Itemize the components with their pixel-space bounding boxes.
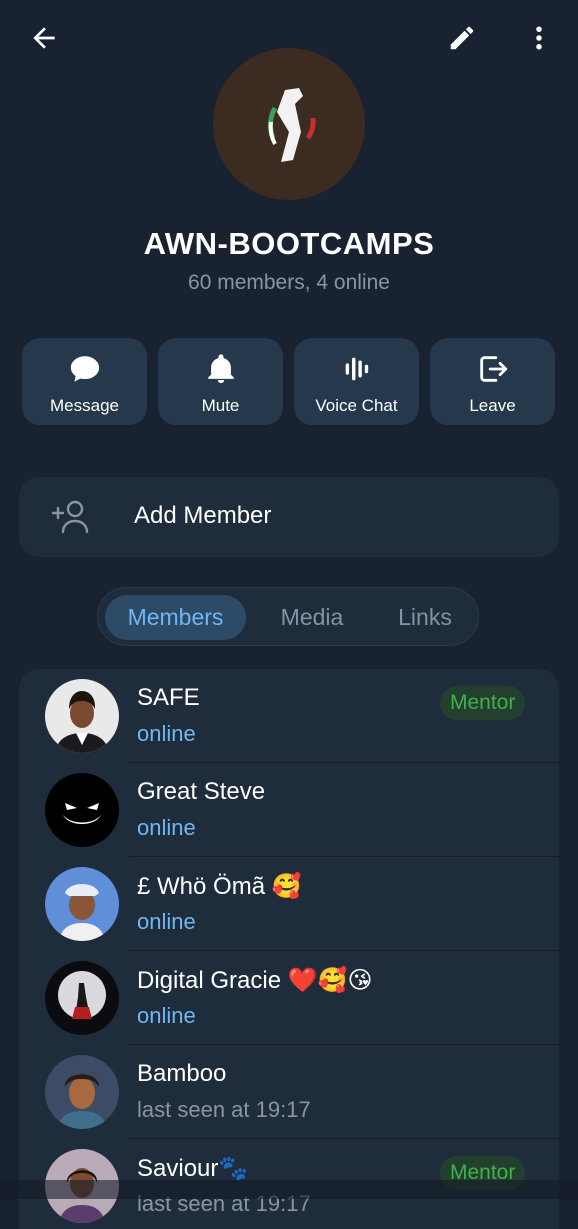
avatar xyxy=(45,961,119,1035)
leave-button[interactable]: Leave xyxy=(430,338,555,425)
member-status: online xyxy=(137,815,196,840)
member-status: online xyxy=(137,1003,196,1028)
member-name: SAFE xyxy=(137,684,200,711)
pencil-icon xyxy=(450,26,474,50)
mute-button-label: Mute xyxy=(201,396,240,415)
member-name: Bamboo xyxy=(137,1060,227,1087)
group-member-count: 60 members, 4 online xyxy=(188,271,390,294)
members-list: SAFE online Mentor Great Steve online £ … xyxy=(19,669,559,1229)
member-row[interactable]: Digital Gracie ❤️🥰😘 online xyxy=(19,951,559,1045)
member-name: £ Whö Ömã 🥰 xyxy=(137,873,302,900)
logout-icon xyxy=(479,356,507,382)
tab-members[interactable]: Members xyxy=(105,595,246,640)
avatar xyxy=(45,867,119,941)
back-button[interactable] xyxy=(20,14,68,62)
member-row[interactable]: Great Steve online xyxy=(19,763,559,857)
group-logo-icon xyxy=(213,48,365,200)
member-status: online xyxy=(137,909,196,934)
chat-bubble-icon xyxy=(70,356,99,382)
action-buttons: Message Mute Voice Chat Leave xyxy=(22,338,556,425)
arrow-left-icon xyxy=(33,27,55,49)
message-button-label: Message xyxy=(50,396,119,415)
group-title: AWN-BOOTCAMPS xyxy=(143,226,435,261)
avatar xyxy=(45,773,119,847)
add-member-label: Add Member xyxy=(134,502,272,529)
voice-chat-button-label: Voice Chat xyxy=(315,396,398,415)
leave-button-label: Leave xyxy=(469,396,516,415)
member-name: Great Steve xyxy=(137,778,266,805)
bottom-overlay xyxy=(0,1180,578,1199)
member-row[interactable]: SAFE online Mentor xyxy=(19,669,559,763)
avatar xyxy=(45,679,119,753)
more-options-button[interactable] xyxy=(515,14,563,62)
edit-button[interactable] xyxy=(438,14,486,62)
mentor-badge: Mentor xyxy=(440,686,526,720)
add-person-icon xyxy=(51,500,89,534)
member-status: last seen at 19:17 xyxy=(137,1097,311,1122)
voice-bars-icon xyxy=(345,357,368,381)
more-vertical-icon xyxy=(536,26,542,50)
member-name: Digital Gracie ❤️🥰😘 xyxy=(137,967,373,994)
voice-chat-button[interactable]: Voice Chat xyxy=(294,338,419,425)
group-avatar[interactable] xyxy=(213,48,365,200)
member-name: Saviour🐾 xyxy=(137,1155,249,1182)
tab-links[interactable]: Links xyxy=(380,595,470,640)
member-row[interactable]: £ Whö Ömã 🥰 online xyxy=(19,857,559,951)
add-member-button[interactable]: Add Member xyxy=(19,477,559,557)
avatar xyxy=(45,1055,119,1129)
message-button[interactable]: Message xyxy=(22,338,147,425)
member-row[interactable]: Bamboo last seen at 19:17 xyxy=(19,1045,559,1139)
tab-media[interactable]: Media xyxy=(258,595,366,640)
profile-tabs: Members Media Links xyxy=(97,587,479,646)
mute-button[interactable]: Mute xyxy=(158,338,283,425)
member-status: online xyxy=(137,721,196,746)
bell-icon xyxy=(207,354,234,384)
